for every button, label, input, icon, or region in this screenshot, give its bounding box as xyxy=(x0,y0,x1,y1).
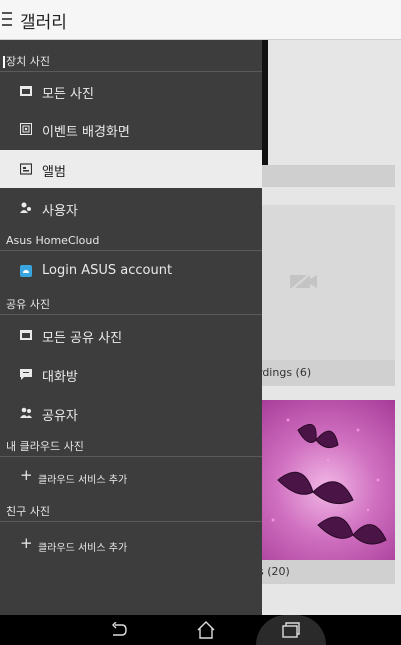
recents-icon[interactable] xyxy=(281,621,301,639)
sharers-icon xyxy=(20,407,32,418)
album-caption: rdings (6) xyxy=(258,360,395,386)
album-caption-bar xyxy=(258,165,395,187)
menu-icon[interactable] xyxy=(2,8,12,30)
navigation-drawer: 장치 사진 모든 사진 이벤트 배경화면 앨범 사용자 Asus HomeClo… xyxy=(0,40,262,615)
drawer-item-sharers[interactable]: 공유자 xyxy=(0,394,262,432)
people-icon xyxy=(20,202,31,213)
event-wallpaper-icon xyxy=(20,123,32,135)
album-thumbnail[interactable] xyxy=(258,205,395,360)
home-icon[interactable] xyxy=(196,620,216,640)
app-bar: 갤러리 xyxy=(0,0,401,40)
drawer-item-people[interactable]: 사용자 xyxy=(0,189,262,227)
video-off-icon xyxy=(290,271,317,291)
back-icon[interactable] xyxy=(110,622,128,638)
drawer-item-all-photos[interactable]: 모든 사진 xyxy=(0,72,262,110)
drawer-item-all-shared-photos[interactable]: 모든 공유 사진 xyxy=(0,316,262,354)
section-header-device-photos: 장치 사진 xyxy=(0,52,262,72)
system-navigation-bar xyxy=(0,615,401,645)
drawer-item-album[interactable]: 앨범 xyxy=(0,150,262,188)
homecloud-icon xyxy=(20,265,32,277)
plus-icon: + xyxy=(20,466,33,484)
plus-icon: + xyxy=(20,534,33,552)
section-header-friends-photos: 친구 사진 xyxy=(0,502,262,522)
section-header-my-cloud-photos: 내 클라우드 사진 xyxy=(0,437,262,457)
drawer-item-event-wallpaper[interactable]: 이벤트 배경화면 xyxy=(0,110,262,148)
photos-icon xyxy=(20,330,32,340)
add-cloud-service-button[interactable]: + 클라우드 서비스 추가 xyxy=(0,462,262,492)
app-title: 갤러리 xyxy=(20,13,67,33)
drawer-item-login-asus[interactable]: Login ASUS account xyxy=(0,252,262,290)
album-caption: s (20) xyxy=(258,560,395,584)
section-header-shared-photos: 공유 사진 xyxy=(0,295,262,315)
butterfly-image xyxy=(271,418,387,545)
album-thumbnail[interactable] xyxy=(258,400,395,560)
album-icon xyxy=(20,163,32,175)
photos-icon xyxy=(20,86,32,96)
chat-icon xyxy=(20,369,32,380)
section-indicator xyxy=(3,56,5,68)
drawer-item-chat-room[interactable]: 대화방 xyxy=(0,355,262,393)
add-cloud-service-button[interactable]: + 클라우드 서비스 추가 xyxy=(0,530,262,560)
section-header-homecloud: Asus HomeCloud xyxy=(0,231,262,251)
